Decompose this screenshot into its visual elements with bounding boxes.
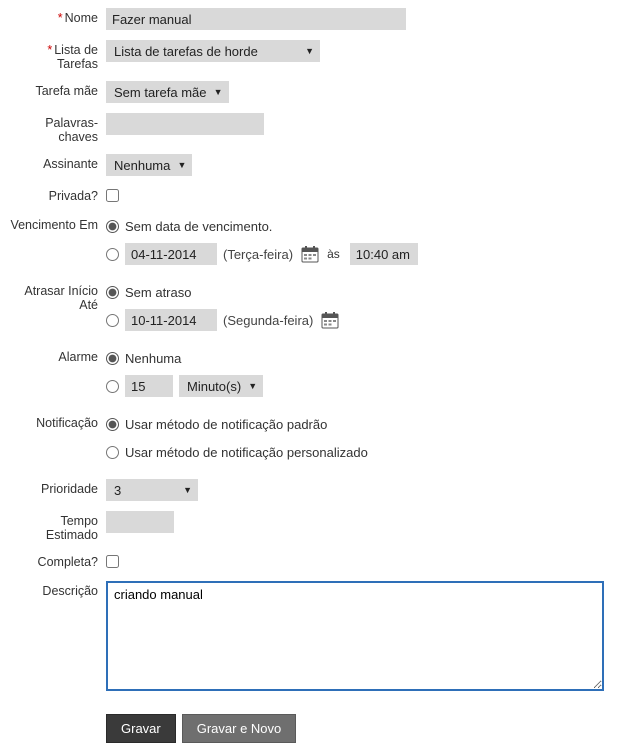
palavras-chaves-input[interactable] — [106, 113, 264, 135]
notificacao-personalizado-radio[interactable] — [106, 446, 119, 459]
completa-checkbox[interactable] — [106, 555, 119, 568]
alarme-nenhuma-radio[interactable] — [106, 352, 119, 365]
nome-input[interactable] — [106, 8, 406, 30]
vencimento-sem-data-label: Sem data de vencimento. — [125, 219, 272, 234]
alarme-unidade-select[interactable]: Minuto(s) — [179, 375, 263, 397]
alarme-nenhuma-label: Nenhuma — [125, 351, 181, 366]
atrasar-dia-semana: (Segunda-feira) — [223, 313, 313, 328]
calendar-icon[interactable] — [301, 245, 319, 263]
privada-checkbox[interactable] — [106, 189, 119, 202]
notificacao-personalizado-label: Usar método de notificação personalizado — [125, 445, 368, 460]
lista-tarefas-select[interactable]: Lista de tarefas de horde — [106, 40, 320, 62]
label-alarme: Alarme — [58, 350, 98, 364]
gravar-button[interactable]: Gravar — [106, 714, 176, 743]
label-palavras-chaves: Palavras-chaves — [45, 116, 98, 144]
notificacao-padrao-radio[interactable] — [106, 418, 119, 431]
label-tempo-estimado: Tempo Estimado — [46, 514, 98, 542]
gravar-novo-button[interactable]: Gravar e Novo — [182, 714, 297, 743]
descricao-textarea[interactable] — [106, 581, 604, 691]
notificacao-padrao-label: Usar método de notificação padrão — [125, 417, 327, 432]
vencimento-dia-semana: (Terça-feira) — [223, 247, 293, 262]
label-nome: Nome — [65, 11, 98, 25]
label-privada: Privada? — [49, 189, 98, 203]
label-prioridade: Prioridade — [41, 482, 98, 496]
alarme-valor-radio[interactable] — [106, 380, 119, 393]
atrasar-data-input[interactable] — [125, 309, 217, 331]
vencimento-data-input[interactable] — [125, 243, 217, 265]
vencimento-sem-data-radio[interactable] — [106, 220, 119, 233]
label-vencimento: Vencimento Em — [10, 218, 98, 232]
label-notificacao: Notificação — [36, 416, 98, 430]
prioridade-select[interactable]: 3 — [106, 479, 198, 501]
vencimento-hora-input[interactable] — [350, 243, 418, 265]
label-assinante: Assinante — [43, 157, 98, 171]
assinante-select[interactable]: Nenhuma — [106, 154, 192, 176]
label-atrasar: Atrasar Início Até — [24, 284, 98, 312]
tempo-estimado-input[interactable] — [106, 511, 174, 533]
vencimento-data-radio[interactable] — [106, 248, 119, 261]
vencimento-as-label: às — [327, 247, 340, 261]
label-lista-tarefas: Lista de Tarefas — [54, 43, 98, 71]
label-descricao: Descrição — [42, 584, 98, 598]
tarefa-mae-select[interactable]: Sem tarefa mãe — [106, 81, 229, 103]
atrasar-sem-radio[interactable] — [106, 286, 119, 299]
calendar-icon[interactable] — [321, 311, 339, 329]
alarme-valor-input[interactable] — [125, 375, 173, 397]
label-completa: Completa? — [38, 555, 98, 569]
atrasar-sem-label: Sem atraso — [125, 285, 191, 300]
label-tarefa-mae: Tarefa mãe — [35, 84, 98, 98]
atrasar-data-radio[interactable] — [106, 314, 119, 327]
